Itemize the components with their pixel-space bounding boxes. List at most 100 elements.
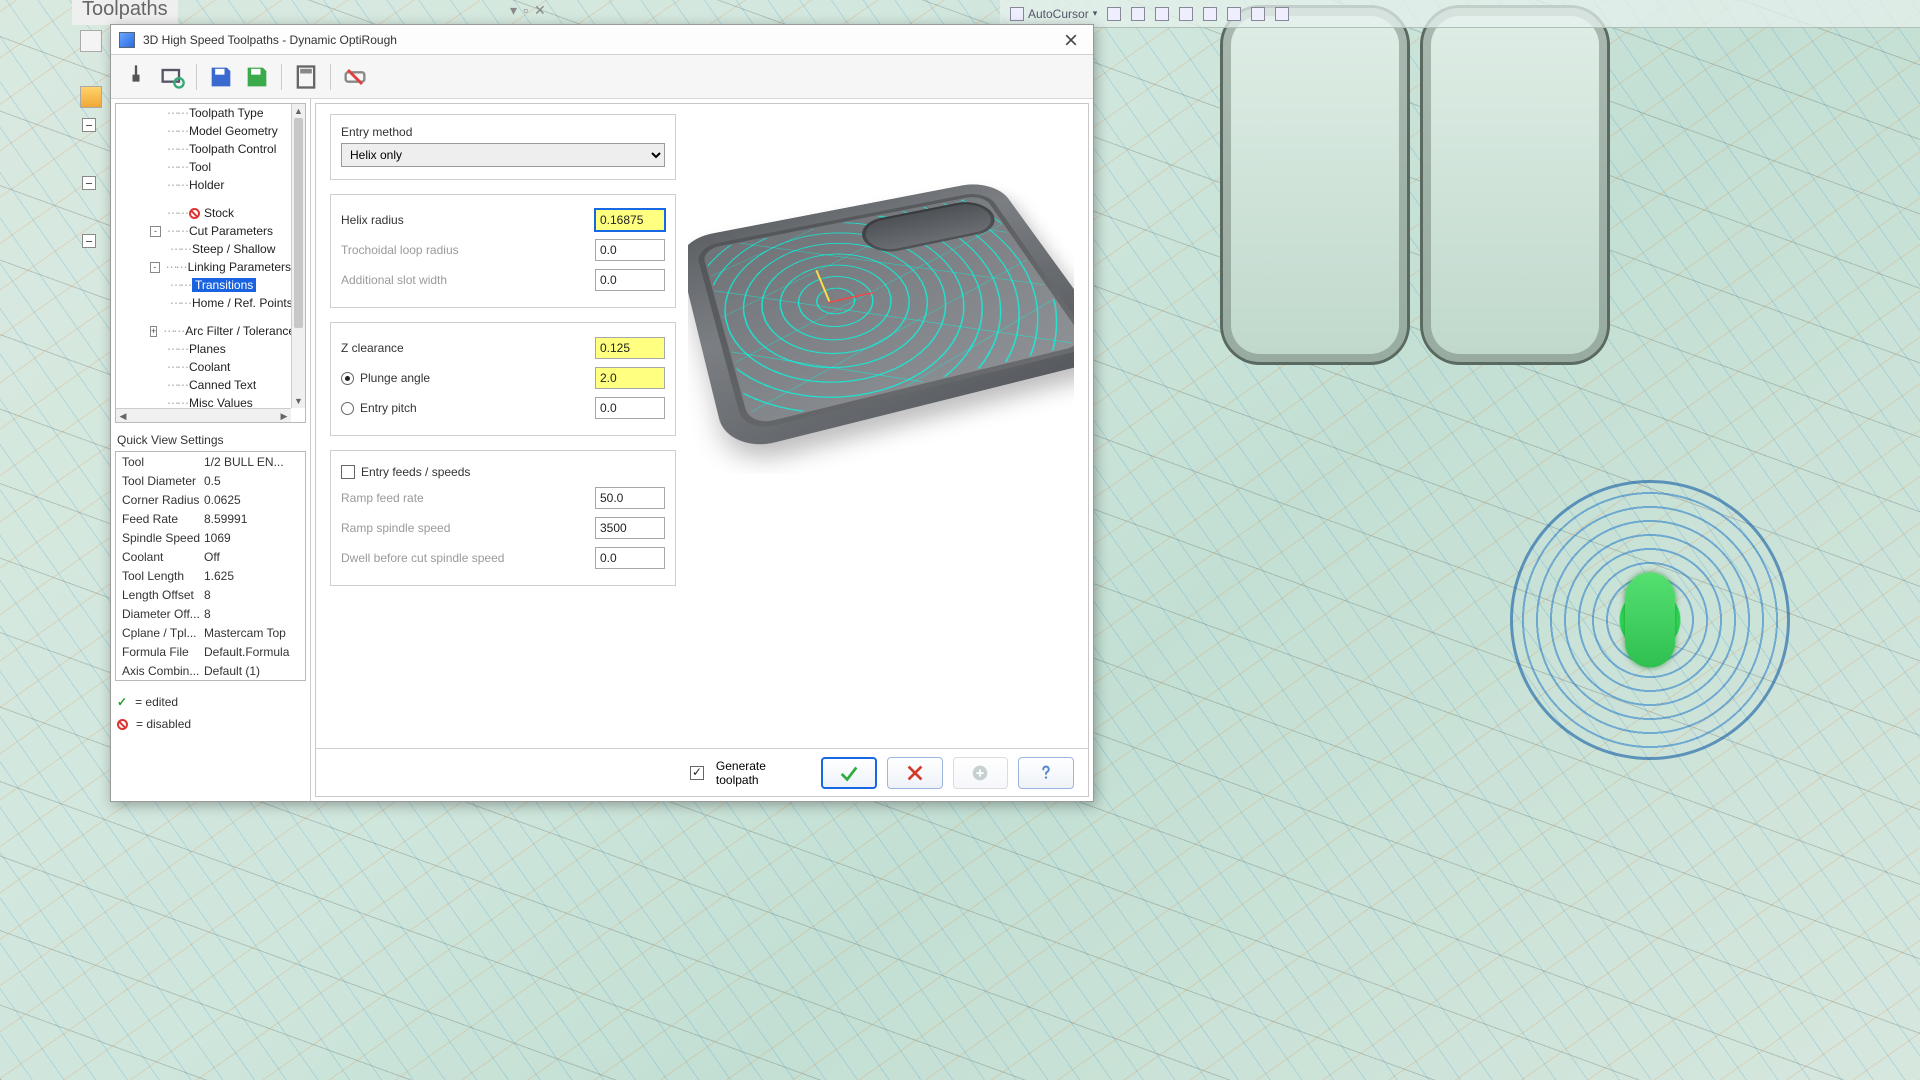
tool-icon[interactable] xyxy=(121,62,151,92)
generate-toolpath-checkbox[interactable] xyxy=(690,766,704,780)
entry-pitch-radio[interactable] xyxy=(341,402,354,415)
ok-button[interactable] xyxy=(821,757,877,789)
ribbon-icon[interactable] xyxy=(1203,7,1217,21)
ribbon-icon[interactable] xyxy=(1155,7,1169,21)
entry-feeds-group: Entry feeds / speeds Ramp feed rate Ramp… xyxy=(330,450,676,586)
slot-width-input xyxy=(595,269,665,291)
ribbon-icon[interactable] xyxy=(1179,7,1193,21)
plus-icon xyxy=(969,762,991,784)
tree-scrollbar-vertical[interactable]: ▲▼ xyxy=(291,104,305,408)
dialog-title: 3D High Speed Toolpaths - Dynamic OptiRo… xyxy=(143,33,397,47)
quick-view-row: CoolantOff xyxy=(116,547,305,566)
ribbon-icon[interactable] xyxy=(1107,7,1121,21)
save-icon[interactable] xyxy=(206,62,236,92)
status-ribbon: AutoCursor ▾ xyxy=(1000,0,1920,28)
radius-group: Helix radius Trochoidal loop radius Addi… xyxy=(330,194,676,308)
dwell-input xyxy=(595,547,665,569)
tree-node[interactable]: ⋯⋯Planes xyxy=(116,340,291,358)
cancel-button[interactable] xyxy=(887,757,943,789)
tree-scrollbar-horizontal[interactable]: ◀▶ xyxy=(116,408,291,422)
trochoidal-radius-input xyxy=(595,239,665,261)
cursor-icon xyxy=(1010,7,1024,21)
ribbon-icon[interactable] xyxy=(1131,7,1145,21)
quick-view-row: Diameter Off...8 xyxy=(116,604,305,623)
quick-view-row: Tool Length1.625 xyxy=(116,566,305,585)
tree-node[interactable]: ⋯⋯Canned Text xyxy=(116,376,291,394)
tree-node[interactable]: ⋯⋯Model Geometry xyxy=(116,122,291,140)
close-button[interactable] xyxy=(1057,29,1085,51)
lock-icon[interactable] xyxy=(80,86,102,108)
plunge-angle-radio[interactable] xyxy=(341,372,354,385)
legend-disabled: = disabled xyxy=(136,717,191,731)
slot-width-label: Additional slot width xyxy=(341,273,595,287)
legend-edited: = edited xyxy=(135,695,178,709)
dwell-label: Dwell before cut spindle speed xyxy=(341,551,595,565)
operations-tree-stub[interactable] xyxy=(82,118,96,132)
bg-pocket xyxy=(1220,5,1410,365)
z-clearance-input[interactable] xyxy=(595,337,665,359)
tree-node[interactable]: ⋯⋯Coolant xyxy=(116,358,291,376)
z-clearance-label: Z clearance xyxy=(341,341,595,355)
tree-node[interactable]: ⋯⋯Steep / Shallow xyxy=(116,240,291,258)
quick-view-settings: Tool1/2 BULL EN...Tool Diameter0.5Corner… xyxy=(115,451,306,681)
z-entry-group: Z clearance Plunge angle xyxy=(330,322,676,436)
host-panel-controls: ▾ ▫ ✕ xyxy=(510,2,546,19)
ribbon-icon[interactable] xyxy=(1227,7,1241,21)
ban-icon xyxy=(117,719,128,730)
quick-view-row: Cplane / Tpl...Mastercam Top xyxy=(116,623,305,642)
operations-tree-stub[interactable] xyxy=(82,234,96,248)
ribbon-icon[interactable] xyxy=(1251,7,1265,21)
dialog-toolbar xyxy=(111,55,1093,99)
ramp-spindle-label: Ramp spindle speed xyxy=(341,521,595,535)
entry-pitch-label: Entry pitch xyxy=(360,401,417,415)
helix-radius-input[interactable] xyxy=(595,209,665,231)
x-icon xyxy=(904,762,926,784)
entry-feeds-checkbox[interactable] xyxy=(341,465,355,479)
dialog-titlebar[interactable]: 3D High Speed Toolpaths - Dynamic OptiRo… xyxy=(111,25,1093,55)
parameter-tree[interactable]: ⋯⋯Toolpath Type⋯⋯Model Geometry⋯⋯Toolpat… xyxy=(115,103,306,423)
tree-node[interactable]: ⋯⋯Holder xyxy=(116,176,291,194)
operations-tree-stub[interactable] xyxy=(82,176,96,190)
entry-preview xyxy=(688,114,1074,474)
chevron-down-icon: ▾ xyxy=(1093,8,1098,19)
ribbon-icon[interactable] xyxy=(1275,7,1289,21)
tree-node[interactable]: ⋯⋯Toolpath Control xyxy=(116,140,291,158)
tree-node[interactable]: -⋯⋯Cut Parameters xyxy=(116,222,291,240)
chevron-down-icon[interactable]: ▾ xyxy=(510,2,517,19)
trochoidal-radius-label: Trochoidal loop radius xyxy=(341,243,595,257)
quick-view-row: Tool1/2 BULL EN... xyxy=(116,452,305,471)
entry-method-group: Entry method Helix only xyxy=(330,114,676,180)
autocursor-toggle[interactable]: AutoCursor ▾ xyxy=(1010,7,1097,21)
tree-node[interactable]: ⋯⋯Stock xyxy=(116,204,291,222)
host-panel-title: Toolpaths xyxy=(72,0,178,25)
ramp-feed-input xyxy=(595,487,665,509)
tree-node[interactable]: -⋯⋯Linking Parameters xyxy=(116,258,291,276)
tree-node[interactable]: ⋯⋯Toolpath Type xyxy=(116,104,291,122)
apply-button xyxy=(953,757,1009,789)
entry-method-select[interactable]: Helix only xyxy=(341,143,665,167)
pin-icon[interactable]: ▫ xyxy=(523,2,528,19)
tree-node[interactable]: +⋯⋯Arc Filter / Tolerance xyxy=(116,322,291,340)
quick-view-row: Axis Combin...Default (1) xyxy=(116,661,305,680)
help-icon xyxy=(1035,762,1057,784)
dialog-button-bar: Generate toolpath xyxy=(316,748,1088,796)
plunge-angle-input[interactable] xyxy=(595,367,665,389)
toggle-off-icon[interactable] xyxy=(340,62,370,92)
ramp-feed-label: Ramp feed rate xyxy=(341,491,595,505)
quick-view-row: Formula FileDefault.Formula xyxy=(116,642,305,661)
close-icon[interactable]: ✕ xyxy=(534,2,546,19)
pointer-tool-icon[interactable] xyxy=(80,30,102,52)
tree-node[interactable]: ⋯⋯Transitions xyxy=(116,276,291,294)
parameter-panel: Entry method Helix only Helix radius Tro… xyxy=(315,103,1089,797)
bg-pocket xyxy=(1420,5,1610,365)
autocursor-label: AutoCursor xyxy=(1028,7,1089,21)
help-button[interactable] xyxy=(1018,757,1074,789)
save-as-icon[interactable] xyxy=(242,62,272,92)
entry-feeds-label: Entry feeds / speeds xyxy=(361,465,470,479)
calculator-icon[interactable] xyxy=(291,62,321,92)
helix-radius-label: Helix radius xyxy=(341,213,595,227)
tree-node[interactable]: ⋯⋯Home / Ref. Points xyxy=(116,294,291,312)
view-tool-icon[interactable] xyxy=(157,62,187,92)
tree-node[interactable]: ⋯⋯Tool xyxy=(116,158,291,176)
quick-view-row: Feed Rate8.59991 xyxy=(116,509,305,528)
